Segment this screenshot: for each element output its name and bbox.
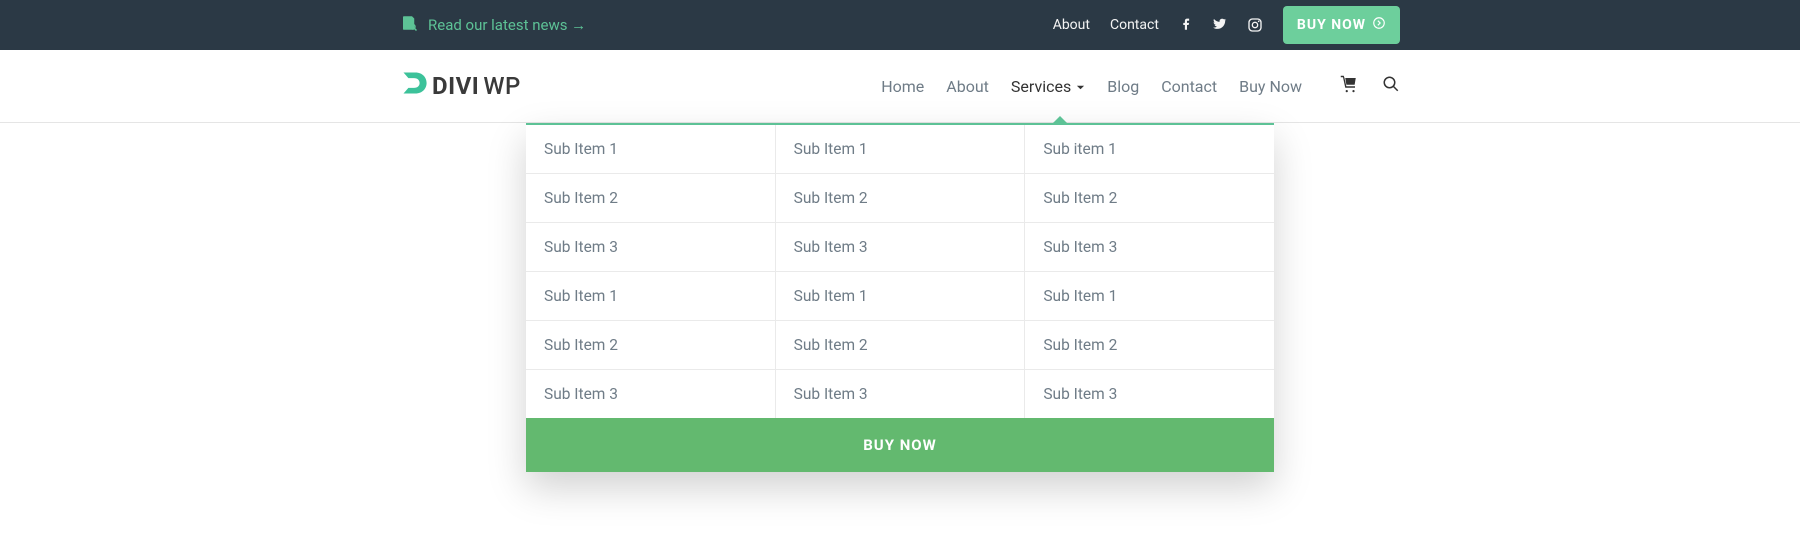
- nav-buy-now[interactable]: Buy Now: [1239, 77, 1302, 96]
- mainbar: DIVIWP Home About Services Blog Contact …: [0, 50, 1800, 123]
- mega-item[interactable]: Sub Item 3: [1025, 223, 1274, 272]
- mega-buy-now-button[interactable]: BUY NOW: [526, 418, 1274, 472]
- news-link[interactable]: Read our latest news →: [400, 14, 586, 36]
- logo-text-wp: WP: [483, 72, 520, 100]
- nav-services[interactable]: Services: [1011, 77, 1085, 96]
- mega-item[interactable]: Sub Item 2: [1025, 174, 1274, 223]
- mega-item[interactable]: Sub Item 3: [776, 223, 1025, 272]
- logo[interactable]: DIVIWP: [400, 69, 521, 103]
- twitter-icon[interactable]: [1213, 17, 1229, 33]
- mega-item[interactable]: Sub Item 1: [526, 272, 775, 321]
- mega-menu: Sub Item 1 Sub Item 2 Sub Item 3 Sub Ite…: [526, 123, 1274, 472]
- mega-item[interactable]: Sub Item 3: [526, 370, 775, 418]
- mega-col-2: Sub Item 1 Sub Item 2 Sub Item 3 Sub Ite…: [776, 125, 1026, 418]
- chevron-down-icon: [1076, 77, 1085, 96]
- news-text: Read our latest news →: [428, 16, 586, 34]
- mega-item[interactable]: Sub Item 3: [526, 223, 775, 272]
- mega-item[interactable]: Sub Item 2: [526, 321, 775, 370]
- buy-now-top-button[interactable]: BUY NOW: [1283, 6, 1400, 44]
- nav-home[interactable]: Home: [881, 77, 924, 96]
- buy-now-top-label: BUY NOW: [1297, 17, 1366, 33]
- mega-item[interactable]: Sub Item 2: [526, 174, 775, 223]
- mega-item[interactable]: Sub item 1: [1025, 125, 1274, 174]
- mega-col-1: Sub Item 1 Sub Item 2 Sub Item 3 Sub Ite…: [526, 125, 776, 418]
- logo-icon: [400, 69, 428, 103]
- mega-item[interactable]: Sub Item 1: [776, 125, 1025, 174]
- top-link-contact[interactable]: Contact: [1110, 17, 1159, 33]
- document-search-icon: [400, 14, 418, 36]
- arrow-circle-icon: [1372, 16, 1386, 34]
- top-link-about[interactable]: About: [1053, 17, 1090, 33]
- mega-item[interactable]: Sub Item 2: [1025, 321, 1274, 370]
- logo-text-divi: DIVI: [432, 72, 479, 100]
- facebook-icon[interactable]: [1179, 17, 1195, 33]
- dropdown-caret-icon: [1052, 116, 1068, 124]
- mega-item[interactable]: Sub Item 1: [526, 125, 775, 174]
- search-icon[interactable]: [1382, 75, 1400, 97]
- instagram-icon[interactable]: [1247, 17, 1263, 33]
- mega-item[interactable]: Sub Item 2: [776, 321, 1025, 370]
- mega-item[interactable]: Sub Item 1: [776, 272, 1025, 321]
- main-nav: Home About Services Blog Contact Buy Now: [881, 77, 1302, 96]
- nav-contact[interactable]: Contact: [1161, 77, 1217, 96]
- nav-about[interactable]: About: [946, 77, 989, 96]
- mega-item[interactable]: Sub Item 2: [776, 174, 1025, 223]
- mega-col-3: Sub item 1 Sub Item 2 Sub Item 3 Sub Ite…: [1025, 125, 1274, 418]
- nav-blog[interactable]: Blog: [1107, 77, 1139, 96]
- mega-item[interactable]: Sub Item 3: [776, 370, 1025, 418]
- mega-item[interactable]: Sub Item 1: [1025, 272, 1274, 321]
- cart-icon[interactable]: [1340, 75, 1358, 97]
- topbar: Read our latest news → About Contact BUY…: [0, 0, 1800, 50]
- nav-services-label: Services: [1011, 77, 1071, 96]
- mega-item[interactable]: Sub Item 3: [1025, 370, 1274, 418]
